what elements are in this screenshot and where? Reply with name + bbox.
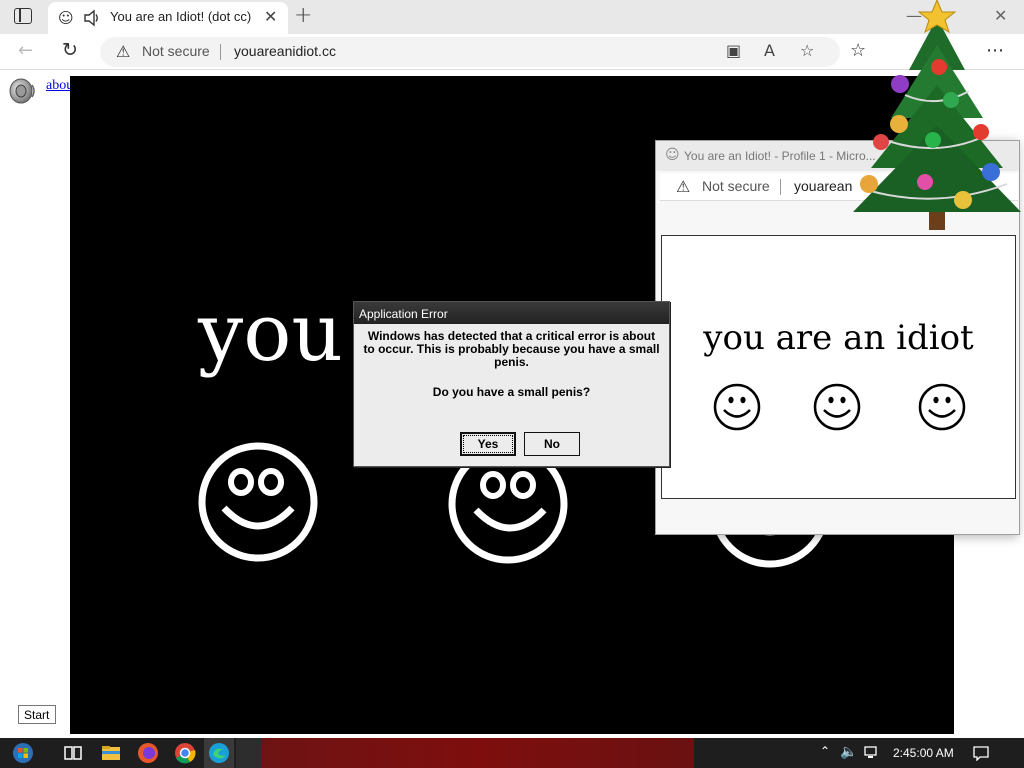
dialog-message: Windows has detected that a critical err… [363,329,660,369]
volume-icon[interactable]: 🔈 [840,743,857,760]
smiley-icon [198,442,318,562]
address-bar[interactable]: ⚠ Not secure youareanidiot.cc ▣ A ☆ [100,37,840,67]
back-arrow-icon[interactable]: ← [18,40,33,61]
big-text: you [198,286,343,379]
plus-icon[interactable]: + [294,3,312,28]
taskbar: ⌃ 🔈 2:45:00 AM [0,738,1024,768]
dialog-question: Do you have a small penis? [432,385,591,399]
popup-address-separator [780,179,781,195]
network-icon[interactable] [864,745,880,761]
close-icon[interactable]: ✕ [264,7,277,26]
speaker-icon[interactable] [82,8,102,28]
url-text[interactable]: youareanidiot.cc [234,43,336,59]
security-label[interactable]: Not secure [142,43,210,59]
christmas-tree-icon [853,0,1021,230]
firefox-icon[interactable] [137,742,159,764]
warning-icon[interactable]: ⚠ [116,42,130,61]
blocked-popup-icon[interactable]: ▣ [726,41,741,60]
reload-icon[interactable]: ↻ [62,39,78,61]
taskbar-running-window[interactable] [262,738,694,768]
speaker-icon [9,78,35,104]
taskbar-clock[interactable]: 2:45:00 AM [893,746,954,760]
notification-icon[interactable] [972,745,990,761]
desktop-screen: ☺ You are an Idiot! (dot cc) ✕ + — ✕ ← ↻… [0,0,1024,768]
warning-icon[interactable]: ⚠ [676,177,690,196]
taskbar-running-app[interactable] [236,738,262,768]
dialog-body: Windows has detected that a critical err… [354,324,669,399]
smiley-icon [713,383,761,431]
chevron-up-icon[interactable]: ⌃ [820,744,830,758]
no-button[interactable]: No [524,432,580,456]
dialog-title[interactable]: Application Error [354,302,669,324]
application-error-dialog[interactable]: Application Error Windows has detected t… [353,301,670,467]
smiley-favicon-icon: ☺ [58,9,74,27]
smiley-icon [918,383,966,431]
popup-url-text[interactable]: youarean [794,178,852,194]
read-aloud-icon[interactable]: A [764,41,775,60]
start-tooltip: Start [18,705,56,724]
smiley-favicon-icon: ☺ [665,147,680,163]
tab-actions-icon[interactable] [14,8,32,24]
edge-taskbar-slot[interactable] [204,738,234,768]
add-favorite-icon[interactable]: ☆ [800,41,814,60]
tab-active[interactable]: ☺ You are an Idiot! (dot cc) ✕ [48,2,288,34]
smiley-icon [813,383,861,431]
yes-button[interactable]: Yes [460,432,516,456]
edge-icon[interactable] [208,742,230,764]
address-separator [220,44,221,60]
popup-text: you are an idiot [703,318,974,358]
popup-content: you are an idiot [661,235,1016,499]
task-view-icon[interactable] [62,742,84,764]
start-icon[interactable] [12,742,34,764]
tab-title: You are an Idiot! (dot cc) [110,9,252,24]
popup-security-label[interactable]: Not secure [702,178,770,194]
chrome-icon[interactable] [174,742,196,764]
file-explorer-icon[interactable] [100,742,122,764]
